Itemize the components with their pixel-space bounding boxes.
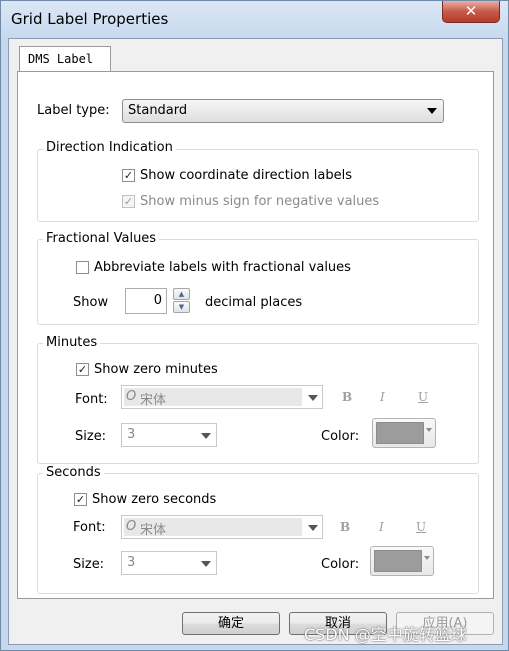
watermark: CSDN @空中旋转篮球 xyxy=(304,625,467,644)
minutes-font-label: Font: xyxy=(75,392,108,407)
seconds-bold-button[interactable]: B xyxy=(340,520,350,534)
dialog-window: Grid Label Properties ✕ DMS Label Label … xyxy=(0,0,509,651)
show-zero-minutes-checkbox[interactable]: ✓ xyxy=(76,363,89,376)
decimal-places-input[interactable]: 0 xyxy=(125,288,167,314)
title-bar[interactable]: Grid Label Properties ✕ xyxy=(1,1,508,37)
close-button[interactable]: ✕ xyxy=(442,1,500,23)
minutes-color-swatch xyxy=(376,422,424,444)
fractional-values-group xyxy=(37,239,479,325)
spin-down-button[interactable]: ▼ xyxy=(173,301,190,313)
chevron-down-icon xyxy=(201,433,211,439)
minutes-font-dropdown[interactable]: O 宋体 xyxy=(121,385,323,409)
abbreviate-labels-checkbox[interactable] xyxy=(76,261,89,274)
minutes-color-label: Color: xyxy=(321,429,360,444)
chevron-down-icon xyxy=(308,525,318,531)
decimal-places-label: decimal places xyxy=(205,295,303,310)
minutes-size-dropdown[interactable]: 3 xyxy=(121,423,217,447)
seconds-italic-button[interactable]: I xyxy=(379,520,384,534)
show-label: Show xyxy=(73,295,109,310)
minutes-legend: Minutes xyxy=(43,335,101,350)
abbreviate-labels-label: Abbreviate labels with fractional values xyxy=(94,260,351,275)
seconds-font-dropdown[interactable]: O 宋体 xyxy=(121,515,323,539)
minutes-underline-button[interactable]: U xyxy=(418,390,428,404)
minutes-color-picker[interactable] xyxy=(372,418,436,448)
dialog-client-area: DMS Label Label type: Standard Direction… xyxy=(8,38,503,645)
seconds-font-value: 宋体 xyxy=(140,523,167,538)
ok-button[interactable]: 确定 xyxy=(182,612,280,635)
seconds-size-dropdown[interactable]: 3 xyxy=(121,551,217,575)
seconds-color-label: Color: xyxy=(321,557,360,572)
chevron-down-icon xyxy=(308,395,318,401)
seconds-size-label: Size: xyxy=(73,557,105,572)
show-minus-sign-checkbox[interactable]: ✓ xyxy=(122,195,135,208)
spin-up-button[interactable]: ▲ xyxy=(173,288,190,300)
seconds-color-swatch xyxy=(374,550,422,572)
font-type-icon: O xyxy=(126,519,137,534)
font-type-icon: O xyxy=(126,389,137,404)
fractional-values-legend: Fractional Values xyxy=(43,231,160,246)
minutes-italic-button[interactable]: I xyxy=(380,390,385,404)
seconds-legend: Seconds xyxy=(43,465,104,480)
tab-panel: Label type: Standard Direction Indicatio… xyxy=(17,71,494,599)
seconds-underline-button[interactable]: U xyxy=(416,520,426,534)
minutes-font-value: 宋体 xyxy=(140,393,167,408)
seconds-color-picker[interactable] xyxy=(370,546,434,576)
chevron-down-icon xyxy=(424,556,430,560)
seconds-font-label: Font: xyxy=(73,520,106,535)
show-zero-seconds-label: Show zero seconds xyxy=(92,492,217,507)
show-coordinate-direction-checkbox[interactable]: ✓ xyxy=(122,169,135,182)
show-coordinate-direction-label: Show coordinate direction labels xyxy=(140,168,352,183)
direction-indication-group xyxy=(37,149,479,222)
seconds-size-value: 3 xyxy=(127,555,136,570)
window-title: Grid Label Properties xyxy=(11,10,169,28)
show-minus-sign-label: Show minus sign for negative values xyxy=(140,194,380,209)
tab-dms-label[interactable]: DMS Label xyxy=(19,46,111,72)
close-icon: ✕ xyxy=(464,2,478,20)
direction-indication-legend: Direction Indication xyxy=(43,140,176,155)
show-zero-seconds-checkbox[interactable]: ✓ xyxy=(74,493,87,506)
chevron-down-icon xyxy=(201,561,211,567)
show-zero-minutes-label: Show zero minutes xyxy=(94,362,218,377)
label-type-value: Standard xyxy=(128,103,188,118)
label-type-label: Label type: xyxy=(37,103,110,118)
label-type-dropdown[interactable]: Standard xyxy=(122,99,444,123)
chevron-down-icon xyxy=(426,428,432,432)
minutes-size-label: Size: xyxy=(75,429,107,444)
minutes-bold-button[interactable]: B xyxy=(342,390,352,404)
minutes-size-value: 3 xyxy=(127,427,136,442)
chevron-down-icon xyxy=(427,108,437,114)
